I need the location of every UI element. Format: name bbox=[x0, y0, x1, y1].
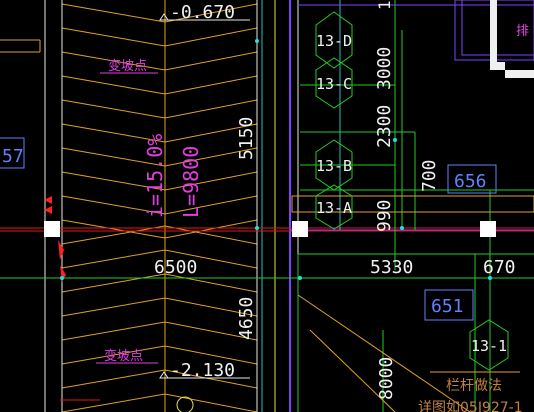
tag-57-label: 57 bbox=[2, 146, 24, 167]
green-lines bbox=[0, 0, 534, 412]
dim-5150: 5150 bbox=[236, 117, 257, 160]
axis-bubble-label: 13-B bbox=[316, 157, 352, 175]
ramp-hatch-line bbox=[61, 225, 258, 245]
ramp-hatch-line bbox=[61, 393, 258, 412]
tag-656-label: 656 bbox=[454, 171, 487, 192]
axis-bubble-label: 13-1 bbox=[471, 337, 507, 355]
elevation-bottom-label: -2.130 bbox=[170, 360, 235, 381]
dim-990: 990 bbox=[374, 199, 395, 232]
axis-bubble-13-1[interactable]: 13-1 bbox=[469, 319, 509, 371]
tag-651-label: 651 bbox=[431, 296, 464, 317]
railing-note: 栏杆做法 bbox=[446, 378, 502, 394]
dim-6500: 6500 bbox=[154, 257, 197, 278]
yellow-marks bbox=[60, 396, 194, 412]
axis-bubble-13-B[interactable]: 13-B bbox=[315, 139, 353, 191]
axis-bubble-13-D[interactable]: 13-D bbox=[315, 11, 353, 69]
ramp-hatch-line bbox=[61, 99, 258, 119]
ramp-edges bbox=[44, 0, 299, 412]
tag-656[interactable]: 656 bbox=[447, 164, 497, 194]
axis-bubble-label: 13-D bbox=[316, 32, 352, 50]
change-point-upper: 变坡点 bbox=[108, 58, 147, 74]
elevation-marker-top: -0.670 bbox=[159, 2, 250, 23]
dim-3000: 3000 bbox=[374, 47, 395, 90]
white-wall-block bbox=[490, 0, 534, 78]
ramp-hatch-line bbox=[61, 297, 258, 317]
tag-57[interactable]: 57 bbox=[0, 137, 25, 169]
elevation-marker-bottom: -2.130 bbox=[159, 360, 250, 381]
detail-ref-note: 详图如05J927-1 bbox=[418, 400, 523, 412]
ramp-hatch-line bbox=[61, 27, 258, 47]
axis-bubble-label: 13-C bbox=[316, 75, 352, 93]
dim-670: 670 bbox=[483, 257, 516, 278]
drain-note-partial: 排 bbox=[516, 24, 529, 39]
ramp-hatch-line bbox=[61, 219, 258, 239]
ramp-hatch-line bbox=[61, 51, 258, 71]
red-markers bbox=[44, 196, 66, 282]
slope-grade-label: i=15.0% bbox=[143, 134, 167, 218]
tag-651[interactable]: 651 bbox=[424, 289, 474, 321]
ramp-hatch-line bbox=[61, 75, 258, 95]
dim-8000: 8000 bbox=[376, 357, 397, 400]
dim-top-cut: 1400 bbox=[375, 0, 394, 10]
axis-bubble-13-C[interactable]: 13-C bbox=[315, 57, 353, 109]
red-grid-lines bbox=[0, 227, 534, 232]
dim-2300: 2300 bbox=[374, 105, 395, 148]
purple-outlines bbox=[298, 0, 534, 61]
cad-viewport[interactable]: -0.670 -2.130 变坡点 变坡点 i=15.0% L=9800 515… bbox=[0, 0, 534, 412]
axis-bubble-13-A[interactable]: 13-A bbox=[315, 184, 353, 230]
dim-5330: 5330 bbox=[370, 257, 413, 278]
axis-bubble-label: 13-A bbox=[316, 199, 352, 217]
slope-length-label: L=9800 bbox=[179, 146, 203, 218]
change-point-lower: 变坡点 bbox=[104, 348, 143, 364]
drawing-canvas[interactable]: -0.670 -2.130 变坡点 变坡点 i=15.0% L=9800 515… bbox=[0, 0, 534, 412]
elevation-top-label: -0.670 bbox=[170, 2, 235, 23]
dim-4650: 4650 bbox=[236, 297, 257, 340]
ramp-hatch-line bbox=[61, 321, 258, 341]
dim-700: 700 bbox=[419, 159, 440, 192]
